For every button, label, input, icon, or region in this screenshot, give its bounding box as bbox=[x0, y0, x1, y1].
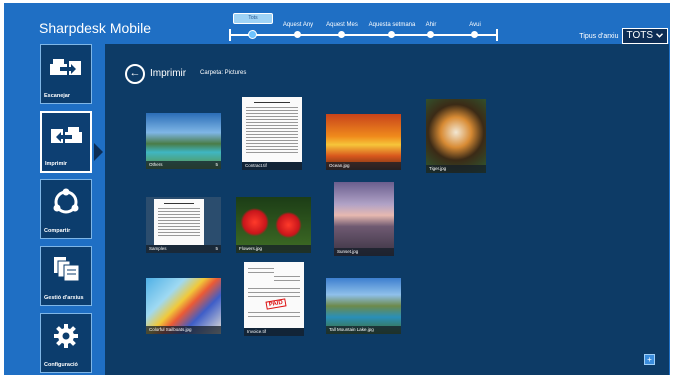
timeline-label-avui[interactable]: Avui bbox=[469, 22, 481, 28]
tile-caption: Ocean.jpg bbox=[326, 162, 401, 170]
timeline-dot-aquest-mes[interactable] bbox=[338, 31, 345, 38]
document-thumbnail bbox=[154, 199, 204, 245]
timeline-dot-avui[interactable] bbox=[471, 31, 478, 38]
tile-caption: Contract.tif bbox=[242, 162, 302, 170]
sidebar-item-gestio-arxius[interactable]: Gestió d'arxius bbox=[40, 246, 92, 306]
timeline-label-aquest-any[interactable]: Aquest Any bbox=[283, 22, 313, 28]
folder-count: 5 bbox=[215, 162, 218, 167]
document-thumbnail: PAID bbox=[244, 262, 304, 328]
timeline-end-cap bbox=[496, 29, 498, 41]
tile-caption: Invoice.tif bbox=[244, 328, 304, 336]
app-title: Sharpdesk Mobile bbox=[39, 20, 152, 36]
sidebar-item-label: Configuració bbox=[44, 362, 78, 368]
image-thumbnail bbox=[426, 99, 486, 173]
sidebar-item-label: Escanejar bbox=[44, 93, 70, 99]
sidebar-item-label: Gestió d'arxius bbox=[44, 295, 84, 301]
folder-path: Carpeta: Pictures bbox=[200, 70, 247, 76]
sidebar-item-label: Compartir bbox=[44, 228, 71, 234]
timeline-dot-ahir[interactable] bbox=[427, 31, 434, 38]
file-type-label: Tipus d'arxiu bbox=[579, 32, 619, 40]
paid-stamp: PAID bbox=[265, 298, 287, 310]
file-tile-tall-mountain-lake[interactable]: Tall Mountain Lake.jpg bbox=[326, 278, 401, 334]
file-tile-colorful-sailboats[interactable]: Colorful Sailboats.jpg bbox=[146, 278, 221, 334]
folder-count: 5 bbox=[215, 246, 218, 251]
image-thumbnail bbox=[334, 182, 394, 256]
folder-tile-samples[interactable]: Samples 5 bbox=[146, 197, 221, 253]
file-type-select[interactable]: TOTS bbox=[621, 28, 668, 44]
sidebar-item-imprimir[interactable]: Imprimir bbox=[40, 111, 92, 173]
timeline-dot-tots[interactable] bbox=[249, 31, 256, 38]
timeline-track bbox=[230, 34, 496, 36]
print-icon bbox=[42, 120, 90, 150]
tile-caption: Sunset.jpg bbox=[334, 248, 394, 256]
sidebar-item-configuracio[interactable]: Configuració bbox=[40, 313, 92, 373]
main-content: ← Imprimir Carpeta: Pictures Others 5 Co… bbox=[105, 44, 669, 375]
timeline-dot-aquesta-setmana[interactable] bbox=[388, 31, 395, 38]
share-icon bbox=[41, 187, 91, 217]
file-type-value: TOTS bbox=[626, 30, 653, 41]
file-tile-sunset[interactable]: Sunset.jpg bbox=[334, 182, 394, 256]
tile-caption: Tall Mountain Lake.jpg bbox=[326, 326, 401, 334]
chevron-down-icon bbox=[656, 30, 663, 42]
file-tile-flowers[interactable]: Flowers.jpg bbox=[236, 197, 311, 253]
sidebar-item-label: Imprimir bbox=[45, 161, 68, 167]
sidebar-item-escanejar[interactable]: Escanejar bbox=[40, 44, 92, 104]
tile-caption: Others bbox=[146, 161, 221, 169]
timeline-current-badge[interactable]: Tots bbox=[233, 13, 273, 24]
timeline-label-ahir[interactable]: Ahir bbox=[426, 22, 437, 28]
date-timeline[interactable]: Tots Aquest Any Aquest Mes Aquesta setma… bbox=[226, 13, 501, 43]
file-tile-tiger[interactable]: Tiger.jpg bbox=[426, 99, 486, 173]
back-button[interactable]: ← bbox=[125, 64, 145, 84]
file-tile-invoice[interactable]: PAID Invoice.tif bbox=[244, 262, 304, 336]
timeline-label-aquesta-setmana[interactable]: Aquesta setmana bbox=[369, 22, 416, 28]
page-title: Imprimir bbox=[150, 68, 187, 79]
file-tile-contract[interactable]: Contract.tif bbox=[242, 97, 302, 170]
sidebar-item-compartir[interactable]: Compartir bbox=[40, 179, 92, 239]
gear-icon bbox=[41, 321, 91, 351]
app-window: Sharpdesk Mobile Tots Aquest Any Aquest … bbox=[4, 3, 670, 375]
tile-caption: Samples bbox=[146, 245, 221, 253]
timeline-dot-aquest-any[interactable] bbox=[294, 31, 301, 38]
scan-icon bbox=[41, 52, 91, 82]
tile-caption: Flowers.jpg bbox=[236, 245, 311, 253]
folder-tile-others[interactable]: Others 5 bbox=[146, 113, 221, 169]
file-management-icon bbox=[41, 254, 91, 284]
file-tile-ocean[interactable]: Ocean.jpg bbox=[326, 114, 401, 170]
tile-caption: Colorful Sailboats.jpg bbox=[146, 326, 221, 334]
document-thumbnail bbox=[242, 97, 302, 162]
timeline-start-cap bbox=[229, 29, 231, 41]
tile-caption: Tiger.jpg bbox=[426, 165, 486, 173]
active-item-pointer bbox=[94, 143, 103, 161]
file-type-filter: Tipus d'arxiu TOTS bbox=[579, 28, 668, 44]
add-button[interactable]: + bbox=[644, 354, 655, 365]
timeline-label-aquest-mes[interactable]: Aquest Mes bbox=[326, 22, 358, 28]
